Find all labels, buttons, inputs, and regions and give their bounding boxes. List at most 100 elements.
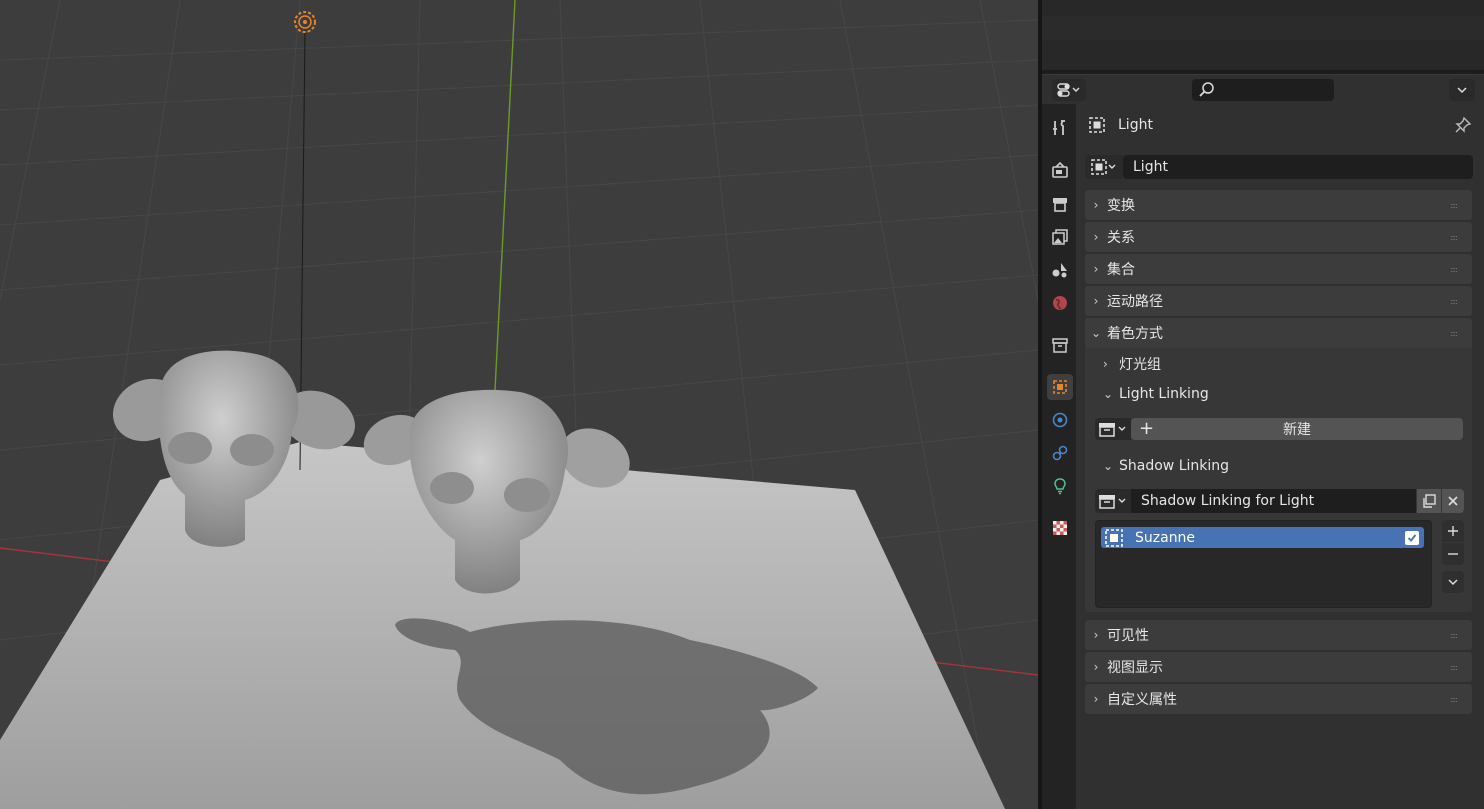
subpanel-title: 灯光组 (1119, 357, 1161, 373)
panel-title: 自定义属性 (1107, 692, 1177, 708)
collection-icon (1099, 423, 1126, 437)
viewport-scene (0, 0, 1038, 809)
chevron-right-icon: › (1093, 628, 1099, 642)
outliner-row[interactable] (1042, 40, 1484, 64)
tab-output[interactable] (1047, 191, 1073, 217)
chevron-right-icon: › (1103, 357, 1108, 371)
object-type-dropdown[interactable] (1085, 155, 1123, 179)
constraints-icon (1052, 445, 1068, 461)
panel-transform[interactable]: › 变换 :::: (1085, 190, 1472, 220)
subpanel-shadow-linking[interactable]: ⌄ Shadow Linking (1103, 456, 1229, 476)
drag-grip-icon[interactable]: :::: (1450, 297, 1468, 306)
tab-constraints[interactable] (1047, 440, 1073, 466)
new-button-label: 新建 (1283, 422, 1311, 438)
close-icon (1448, 496, 1458, 506)
chevron-down-icon (1448, 579, 1458, 586)
options-dropdown[interactable] (1449, 79, 1475, 101)
list-item-checkbox[interactable] (1405, 530, 1419, 545)
editor-type-dropdown[interactable] (1052, 79, 1086, 101)
panel-title: 着色方式 (1107, 326, 1163, 342)
tab-texture[interactable] (1047, 515, 1073, 541)
object-name-field[interactable]: Light (1123, 155, 1473, 179)
shadow-linking-collection-field[interactable]: Shadow Linking for Light (1131, 489, 1416, 513)
checkmark-icon (1407, 533, 1417, 542)
list-item[interactable]: Suzanne (1101, 527, 1424, 548)
panel-visibility[interactable]: › 可见性 :::: (1085, 620, 1472, 650)
list-add-button[interactable] (1442, 520, 1464, 542)
panel-title: 变换 (1107, 198, 1135, 214)
outliner-area[interactable] (1042, 0, 1484, 70)
panel-relations[interactable]: › 关系 :::: (1085, 222, 1472, 252)
panel-title: 关系 (1107, 230, 1135, 246)
panel-collections[interactable]: › 集合 :::: (1085, 254, 1472, 284)
tab-data-light[interactable] (1047, 473, 1073, 499)
properties-content: Light Light › 变换 :::: › 关系 :::: › 集合 :::… (1076, 104, 1484, 809)
render-icon (1052, 161, 1068, 178)
data-light-icon (1054, 478, 1066, 495)
chevron-down-icon: ⌄ (1090, 326, 1102, 340)
list-specials-dropdown[interactable] (1442, 571, 1464, 593)
world-icon (1053, 296, 1067, 310)
pin-button[interactable] (1454, 116, 1472, 138)
tab-collection[interactable] (1047, 332, 1073, 358)
output-icon (1053, 198, 1067, 212)
tab-tool[interactable] (1047, 115, 1073, 141)
panel-title: 集合 (1107, 262, 1135, 278)
tab-scene[interactable] (1047, 257, 1073, 283)
properties-editor: Light Light › 变换 :::: › 关系 :::: › 集合 :::… (1042, 74, 1484, 809)
editor-type-icon (1057, 83, 1080, 97)
chevron-down-icon: ⌄ (1103, 387, 1114, 401)
outliner-row[interactable] (1042, 16, 1484, 40)
texture-icon (1053, 521, 1067, 535)
plus-icon: + (1139, 418, 1155, 439)
pin-icon (1455, 116, 1472, 133)
panel-viewport-display[interactable]: › 视图显示 :::: (1085, 652, 1472, 682)
collection-icon (1052, 338, 1068, 353)
subpanel-title: Shadow Linking (1119, 458, 1230, 474)
subpanel-light-groups[interactable]: › 灯光组 (1103, 354, 1161, 374)
3d-viewport[interactable] (0, 0, 1038, 809)
chevron-right-icon: › (1093, 692, 1099, 706)
duplicate-collection-button[interactable] (1417, 489, 1441, 513)
subpanel-light-linking[interactable]: ⌄ Light Linking (1103, 384, 1209, 404)
object-icon (1105, 528, 1123, 547)
object-icon (1091, 159, 1116, 175)
physics-icon (1052, 412, 1068, 428)
drag-grip-icon[interactable]: :::: (1450, 233, 1468, 242)
light-linking-collection-dropdown[interactable] (1095, 418, 1131, 440)
search-icon (1199, 82, 1214, 97)
tab-object[interactable] (1047, 374, 1073, 400)
tool-icon (1053, 120, 1065, 135)
chevron-right-icon: › (1093, 230, 1099, 244)
scene-icon (1052, 263, 1067, 278)
shadow-linking-collection-dropdown[interactable] (1095, 489, 1131, 513)
list-item-name: Suzanne (1135, 529, 1196, 546)
list-remove-button[interactable] (1442, 543, 1464, 565)
shadow-collection-name: Shadow Linking for Light (1141, 493, 1315, 509)
properties-search-field[interactable] (1192, 79, 1334, 101)
panel-title: 运动路径 (1107, 294, 1163, 310)
new-collection-button[interactable]: + 新建 (1131, 418, 1463, 440)
collection-icon (1099, 495, 1126, 509)
panel-shading[interactable]: ⌄ 着色方式 :::: (1085, 318, 1472, 348)
panel-custom-properties[interactable]: › 自定义属性 :::: (1085, 684, 1472, 714)
drag-grip-icon[interactable]: :::: (1450, 265, 1468, 274)
subpanel-title: Light Linking (1119, 386, 1209, 402)
panel-title: 视图显示 (1107, 660, 1163, 676)
view-layer-icon (1052, 229, 1068, 245)
tab-view-layer[interactable] (1047, 224, 1073, 250)
chevron-right-icon: › (1093, 262, 1099, 276)
drag-grip-icon[interactable]: :::: (1450, 631, 1468, 640)
tab-render[interactable] (1047, 157, 1073, 183)
drag-grip-icon[interactable]: :::: (1450, 695, 1468, 704)
context-object-name: Light (1118, 117, 1153, 133)
object-icon (1089, 117, 1105, 133)
chevron-right-icon: › (1093, 294, 1099, 308)
drag-grip-icon[interactable]: :::: (1450, 663, 1468, 672)
tab-world[interactable] (1047, 290, 1073, 316)
drag-grip-icon[interactable]: :::: (1450, 201, 1468, 210)
drag-grip-icon[interactable]: :::: (1450, 329, 1468, 338)
unlink-collection-button[interactable] (1442, 489, 1464, 513)
panel-motion-paths[interactable]: › 运动路径 :::: (1085, 286, 1472, 316)
tab-physics[interactable] (1047, 407, 1073, 433)
